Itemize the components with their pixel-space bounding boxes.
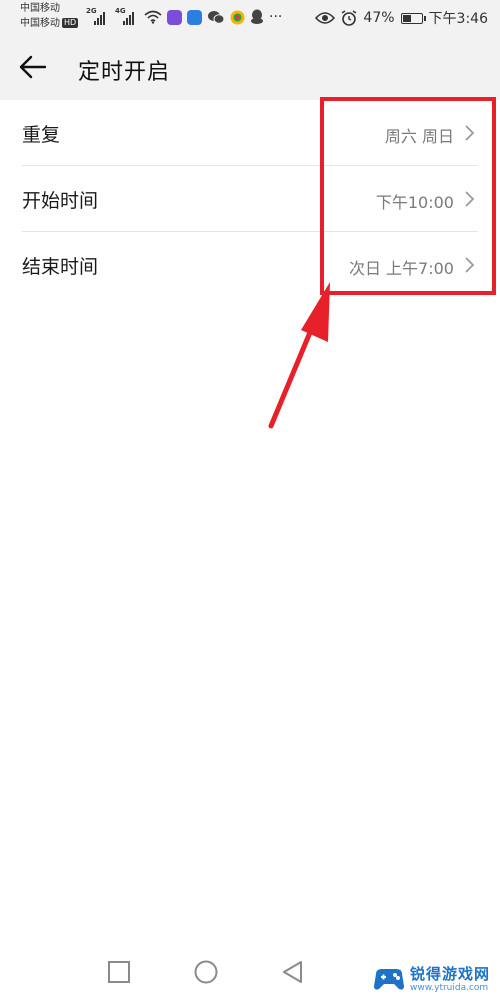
highlight-box [320,97,496,295]
end-time-label: 结束时间 [22,256,99,278]
repeat-label: 重复 [22,124,61,146]
qq-icon [251,9,263,24]
status-time: 下午3:46 [428,11,488,27]
watermark-name: 锐得游戏网 [410,965,491,983]
back-arrow-icon [19,55,47,79]
hd-badge: HD [62,18,79,28]
camera-app-icon [230,10,245,24]
screen: 中国移动 中国移动 HD 2G 4G ··· 47% 下午3:46 定时开启 重… [0,0,500,1000]
battery-icon [400,12,426,24]
gamepad-logo-icon [374,969,404,990]
more-notifications: ··· [269,9,283,25]
wechat-icon [208,10,225,24]
back-icon[interactable] [278,957,308,987]
alarm-icon [342,10,357,26]
top-bar-background: 中国移动 中国移动 HD 2G 4G ··· 47% 下午3:46 定时开启 [0,0,500,100]
signal-icon: 4G [115,7,139,25]
recent-apps-icon[interactable] [104,957,134,987]
home-icon[interactable] [191,957,221,987]
carrier-1: 中国移动 [20,3,60,14]
start-time-label: 开始时间 [22,190,99,212]
status-icons-right: 47% 下午3:46 [315,8,488,28]
eye-icon [315,12,336,24]
shield-app-icon [187,9,202,25]
carrier-2-label: 中国移动 [20,18,60,29]
video-app-icon [167,9,182,25]
carrier-2: 中国移动 HD [20,17,79,30]
watermark: 锐得游戏网 www.ytruida.com [372,960,500,1000]
signal-icon: 2G [86,7,110,25]
status-bar: 中国移动 中国移动 HD 2G 4G ··· 47% 下午3:46 [0,0,500,36]
back-button[interactable] [18,52,58,84]
page-title: 定时开启 [78,60,171,85]
battery-percent: 47% [363,10,395,26]
app-header: 定时开启 [0,40,500,96]
status-icons-left: 2G 4G ··· [86,7,282,27]
wifi-icon [144,10,162,24]
watermark-url: www.ytruida.com [410,983,489,993]
